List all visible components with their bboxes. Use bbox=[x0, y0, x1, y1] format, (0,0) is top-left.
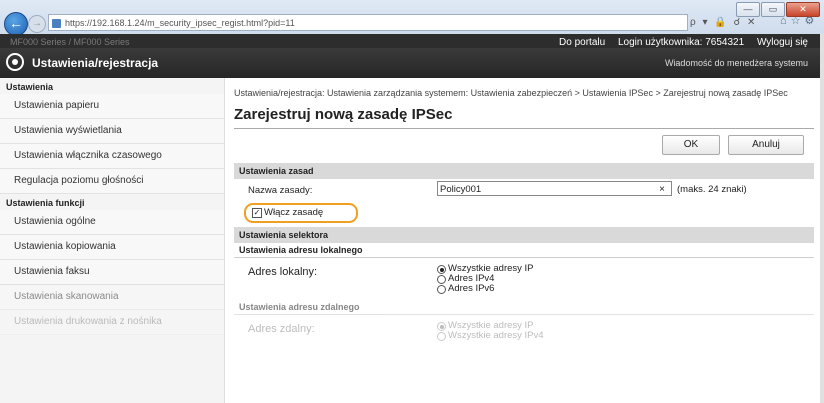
local-address-header: Ustawienia adresu lokalnego bbox=[234, 243, 814, 258]
ok-button[interactable]: OK bbox=[662, 135, 720, 155]
back-arrow-icon[interactable]: ← bbox=[4, 12, 28, 36]
remote-address-header: Ustawienia adresu zdalnego bbox=[234, 300, 814, 315]
action-buttons: OK Anuluj bbox=[234, 129, 814, 157]
forward-arrow-icon[interactable]: → bbox=[28, 15, 46, 33]
address-bar[interactable]: https://192.168.1.24/m_security_ipsec_re… bbox=[48, 14, 688, 31]
policy-name-input[interactable]: Policy001 × bbox=[437, 181, 672, 196]
enable-policy-label[interactable]: Włącz zasadę bbox=[264, 207, 323, 218]
policy-name-row: Nazwa zasady: Policy001 × (maks. 24 znak… bbox=[234, 179, 814, 201]
settings-gear-icon bbox=[6, 53, 24, 71]
enable-policy-checkbox[interactable]: ✓ bbox=[252, 208, 262, 218]
radio-option[interactable]: Adres IPv6 bbox=[437, 284, 637, 294]
policy-section-header: Ustawienia zasad bbox=[234, 163, 814, 179]
app-title: Ustawienia/rejestracja bbox=[32, 56, 159, 70]
clear-icon[interactable]: × bbox=[659, 182, 665, 197]
sidebar-item-paper[interactable]: Ustawienia papieru bbox=[0, 94, 224, 119]
logout-link[interactable]: Wyloguj się bbox=[757, 37, 808, 48]
sidebar: Ustawienia Ustawienia papieru Ustawienia… bbox=[0, 78, 225, 403]
sidebar-item-display[interactable]: Ustawienia wyświetlania bbox=[0, 119, 224, 144]
radio-icon[interactable] bbox=[437, 332, 446, 341]
local-address-row: Adres lokalny: Wszystkie adresy IP Adres… bbox=[234, 258, 814, 300]
page-icon bbox=[52, 19, 61, 28]
url-text: https://192.168.1.24/m_security_ipsec_re… bbox=[65, 18, 295, 28]
policy-name-label: Nazwa zasady: bbox=[248, 185, 313, 196]
enable-policy-row: ✓ Włącz zasadę bbox=[234, 201, 814, 223]
policy-name-hint: (maks. 24 znaki) bbox=[677, 184, 747, 195]
sidebar-group-title: Ustawienia funkcji bbox=[6, 198, 85, 208]
local-address-options: Wszystkie adresy IP Adres IPv4 Adres IPv… bbox=[437, 264, 637, 294]
selector-section-header: Ustawienia selektora bbox=[234, 227, 814, 243]
enable-policy-highlight: ✓ Włącz zasadę bbox=[244, 203, 358, 223]
radio-selected-icon[interactable] bbox=[437, 265, 446, 274]
home-star-gear-icons[interactable]: ⌂☆⚙ bbox=[780, 14, 818, 27]
top-links: Do portalu Login użytkownika: 7654321 Wy… bbox=[549, 37, 808, 48]
app-title-bar: Ustawienia/rejestracja Wiadomość do mene… bbox=[0, 48, 820, 78]
remote-address-options: Wszystkie adresy IP Wszystkie adresy IPv… bbox=[437, 321, 637, 341]
sidebar-item-timer[interactable]: Ustawienia włącznika czasowego bbox=[0, 144, 224, 169]
model-name: MF000 Series / MF000 Series bbox=[10, 37, 130, 47]
breadcrumb: Ustawienia/rejestracja: Ustawienia zarzą… bbox=[234, 88, 788, 98]
sidebar-item-copy[interactable]: Ustawienia kopiowania bbox=[0, 235, 224, 260]
radio-icon[interactable] bbox=[437, 275, 446, 284]
message-to-manager-link[interactable]: Wiadomość do menedżera systemu bbox=[665, 58, 808, 68]
sidebar-item-fax[interactable]: Ustawienia faksu bbox=[0, 260, 224, 285]
local-address-label: Adres lokalny: bbox=[248, 266, 318, 278]
portal-link[interactable]: Do portalu bbox=[559, 37, 605, 48]
browser-toolbar: — ▭ ✕ ← → https://192.168.1.24/m_securit… bbox=[0, 0, 824, 36]
sidebar-item-media-print[interactable]: Ustawienia drukowania z nośnika bbox=[0, 310, 224, 335]
radio-selected-icon[interactable] bbox=[437, 322, 446, 331]
remote-address-label: Adres zdalny: bbox=[248, 323, 315, 335]
radio-icon[interactable] bbox=[437, 285, 446, 294]
sidebar-item-general[interactable]: Ustawienia ogólne bbox=[0, 210, 224, 235]
login-user-text: Login użytkownika: 7654321 bbox=[617, 37, 745, 48]
page-title: Zarejestruj nową zasadę IPSec bbox=[234, 106, 453, 123]
radio-option[interactable]: Wszystkie adresy IPv4 bbox=[437, 331, 637, 341]
cancel-button[interactable]: Anuluj bbox=[728, 135, 804, 155]
sidebar-item-volume[interactable]: Regulacja poziomu głośności bbox=[0, 169, 224, 194]
address-controls[interactable]: ρ ▾ 🔒 ☌ ✕ bbox=[690, 14, 757, 31]
page-scrollbar[interactable] bbox=[820, 34, 824, 403]
main-content: Ustawienia/rejestracja: Ustawienia zarzą… bbox=[234, 78, 814, 403]
policy-name-value: Policy001 bbox=[440, 184, 482, 195]
remote-address-row: Adres zdalny: Wszystkie adresy IP Wszyst… bbox=[234, 315, 814, 345]
sidebar-group-title: Ustawienia bbox=[6, 82, 54, 92]
sidebar-item-scan[interactable]: Ustawienia skanowania bbox=[0, 285, 224, 310]
